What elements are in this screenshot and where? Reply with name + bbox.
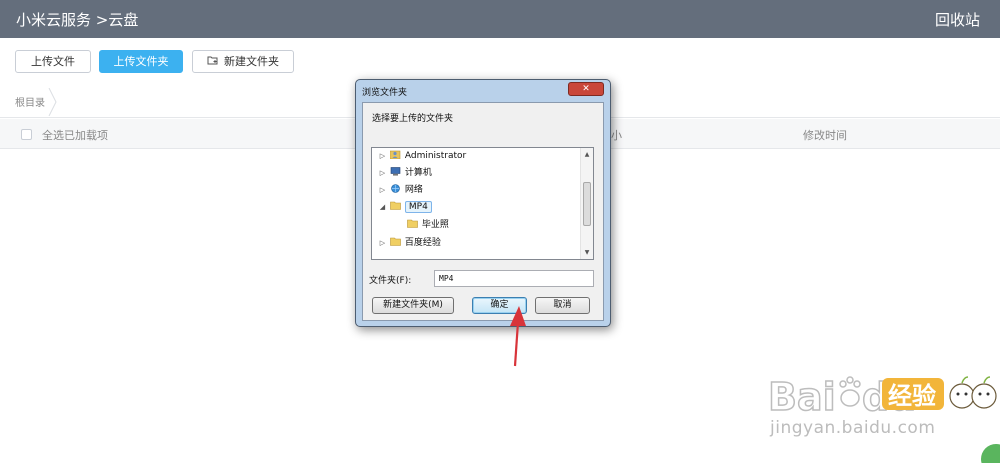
tree-item-network[interactable]: ▷ 网络 [378,183,423,198]
page-title: 小米云服务 >云盘 [16,11,139,29]
annotation-arrow-icon [510,306,526,367]
upload-folder-button[interactable]: 上传文件夹 [99,50,183,73]
network-icon [390,184,401,193]
browse-folder-dialog: 浏览文件夹 ✕ 选择要上传的文件夹 ▷ Administrator ▷ 计算机 … [355,79,611,327]
expand-arrow-icon[interactable]: ▷ [378,149,387,164]
tree-item-mp4[interactable]: ◢ MP4 [378,200,432,215]
computer-icon [390,167,401,176]
svg-text:Bai: Bai [768,375,836,418]
close-icon[interactable]: ✕ [568,82,604,96]
folder-icon [407,219,418,228]
expand-arrow-icon[interactable]: ▷ [378,166,387,181]
page: 小米云服务 >云盘 回收站 上传文件 上传文件夹 新建文件夹 根目录 全选已加载… [0,0,1000,463]
upload-file-button[interactable]: 上传文件 [15,50,91,73]
tree-scrollbar[interactable]: ▲ ▼ [580,148,593,259]
chevron-right-icon [48,87,58,120]
watermark-url: jingyan.baidu.com [770,418,936,438]
cancel-button[interactable]: 取消 [535,297,590,314]
breadcrumb-root[interactable]: 根目录 [15,94,45,109]
recycle-bin-link[interactable]: 回收站 [935,9,980,30]
select-all-label: 全选已加载项 [42,129,108,142]
scroll-down-icon[interactable]: ▼ [581,246,593,259]
folder-icon [390,201,401,210]
new-folder-icon [207,51,219,72]
tree-item-graduation-photos[interactable]: 毕业照 [395,218,449,233]
tree-item-baidu-jingyan[interactable]: ▷ 百度经验 [378,236,441,251]
watermark-logo: Bai du 经验 [767,368,1000,422]
tree-label: MP4 [404,201,432,213]
tree-item-computer[interactable]: ▷ 计算机 [378,166,432,181]
tree-label: 毕业照 [421,220,449,230]
dialog-new-folder-button[interactable]: 新建文件夹(M) [372,297,454,314]
svg-text:经验: 经验 [888,382,936,410]
dialog-prompt: 选择要上传的文件夹 [372,114,454,124]
expand-arrow-icon[interactable]: ▷ [378,236,387,251]
tree-label: Administrator [404,151,467,161]
column-modified[interactable]: 修改时间 [803,127,847,143]
tree-label: 百度经验 [404,238,441,248]
user-folder-icon [389,150,401,160]
folder-tree: ▷ Administrator ▷ 计算机 ▷ 网络 ◢ MP4 毕业照 ▷ 百… [371,147,594,260]
tree-label: 网络 [404,185,423,195]
new-folder-label: 新建文件夹 [224,55,279,68]
corner-badge-icon [981,444,1000,463]
select-all-checkbox[interactable] [21,129,32,140]
folder-name-input[interactable]: MP4 [434,270,594,287]
folder-icon [390,237,401,246]
folder-field-label: 文件夹(F): [369,276,412,286]
dialog-title: 浏览文件夹 [362,88,408,98]
top-bar: 小米云服务 >云盘 回收站 [0,0,1000,38]
new-folder-button[interactable]: 新建文件夹 [192,50,294,73]
expand-arrow-icon[interactable]: ▷ [378,183,387,198]
tree-label: 计算机 [404,168,432,178]
scroll-thumb[interactable] [583,182,591,226]
dialog-body: 选择要上传的文件夹 ▷ Administrator ▷ 计算机 ▷ 网络 ◢ M… [362,102,604,321]
collapse-arrow-icon[interactable]: ◢ [378,200,387,215]
tree-item-administrator[interactable]: ▷ Administrator [378,149,466,164]
scroll-up-icon[interactable]: ▲ [581,148,593,161]
